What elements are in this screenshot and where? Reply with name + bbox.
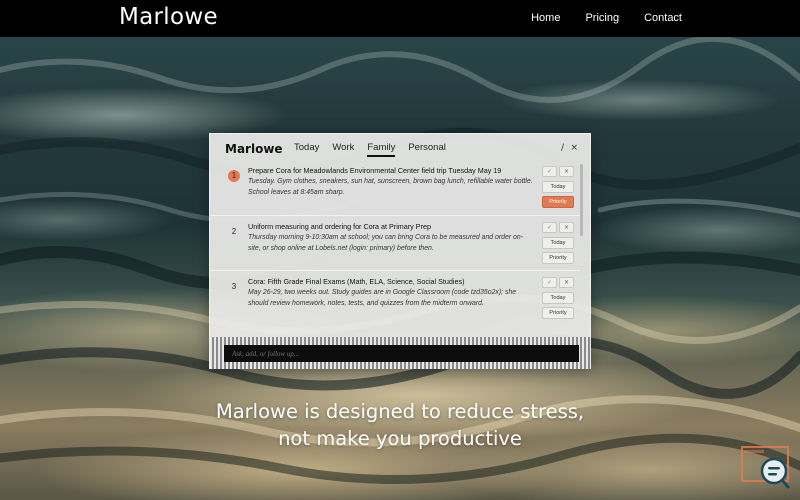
- nav-links: Home Pricing Contact: [531, 12, 682, 24]
- priority-button[interactable]: Priority: [542, 307, 574, 319]
- scrollbar-thumb[interactable]: [580, 164, 583, 236]
- task-description: Tuesday. Gym clothes, sneakers, sun hat,…: [248, 178, 533, 196]
- delete-button[interactable]: ×: [559, 166, 574, 177]
- chat-support-icon[interactable]: [741, 446, 791, 490]
- nav-contact-link[interactable]: Contact: [644, 12, 682, 24]
- tab-work[interactable]: Work: [332, 142, 354, 157]
- top-nav: Marlowe Home Pricing Contact: [0, 0, 800, 37]
- priority-button[interactable]: Priority: [542, 252, 574, 264]
- task-title: Cora: Fifth Grade Final Exams (Math, ELA…: [248, 277, 465, 286]
- close-icon[interactable]: ×: [570, 143, 578, 153]
- tab-family[interactable]: Family: [367, 142, 396, 157]
- task-title: Uniform measuring and ordering for Cora …: [248, 222, 431, 231]
- task-list: 1 Prepare Cora for Meadowlands Environme…: [210, 160, 580, 336]
- task-item[interactable]: 2 Uniform measuring and ordering for Cor…: [210, 215, 580, 270]
- input-bar: [210, 337, 590, 369]
- priority-button[interactable]: Priority: [542, 196, 574, 208]
- panel-title: Marlowe: [225, 142, 283, 156]
- delete-button[interactable]: ×: [559, 222, 574, 233]
- task-item[interactable]: 3 Cora: Fifth Grade Final Exams (Math, E…: [210, 270, 580, 325]
- hero-headline: Marlowe is designed to reduce stress, no…: [0, 398, 800, 452]
- task-description: Thursday morning 9-10:30am at school; yo…: [248, 234, 524, 252]
- site-logo[interactable]: Marlowe: [119, 4, 218, 30]
- task-number: 3: [231, 282, 237, 291]
- delete-button[interactable]: ×: [559, 277, 574, 288]
- complete-checkbox[interactable]: ✓: [542, 166, 557, 177]
- nav-pricing-link[interactable]: Pricing: [585, 12, 619, 24]
- task-number: 2: [231, 227, 237, 236]
- task-title: Prepare Cora for Meadowlands Environment…: [248, 166, 502, 175]
- nav-home-link[interactable]: Home: [531, 12, 560, 24]
- task-item[interactable]: 1 Prepare Cora for Meadowlands Environme…: [210, 160, 580, 215]
- today-button[interactable]: Today: [542, 237, 574, 249]
- panel-header: Marlowe Today Work Family Personal / ×: [210, 134, 590, 160]
- edit-icon[interactable]: /: [561, 143, 564, 153]
- headline-line-1: Marlowe is designed to reduce stress,: [215, 400, 585, 423]
- headline-line-2: not make you productive: [278, 427, 522, 450]
- complete-checkbox[interactable]: ✓: [542, 277, 557, 288]
- tab-today[interactable]: Today: [294, 142, 319, 157]
- today-button[interactable]: Today: [542, 181, 574, 193]
- tab-personal[interactable]: Personal: [408, 142, 446, 157]
- task-number-badge: 1: [228, 170, 240, 182]
- tab-bar: Today Work Family Personal: [294, 142, 446, 157]
- task-description: May 26-29, two weeks out. Study guides a…: [248, 289, 517, 307]
- ask-input[interactable]: [224, 345, 579, 362]
- today-button[interactable]: Today: [542, 292, 574, 304]
- complete-checkbox[interactable]: ✓: [542, 222, 557, 233]
- task-panel: Marlowe Today Work Family Personal / × 1…: [209, 133, 591, 369]
